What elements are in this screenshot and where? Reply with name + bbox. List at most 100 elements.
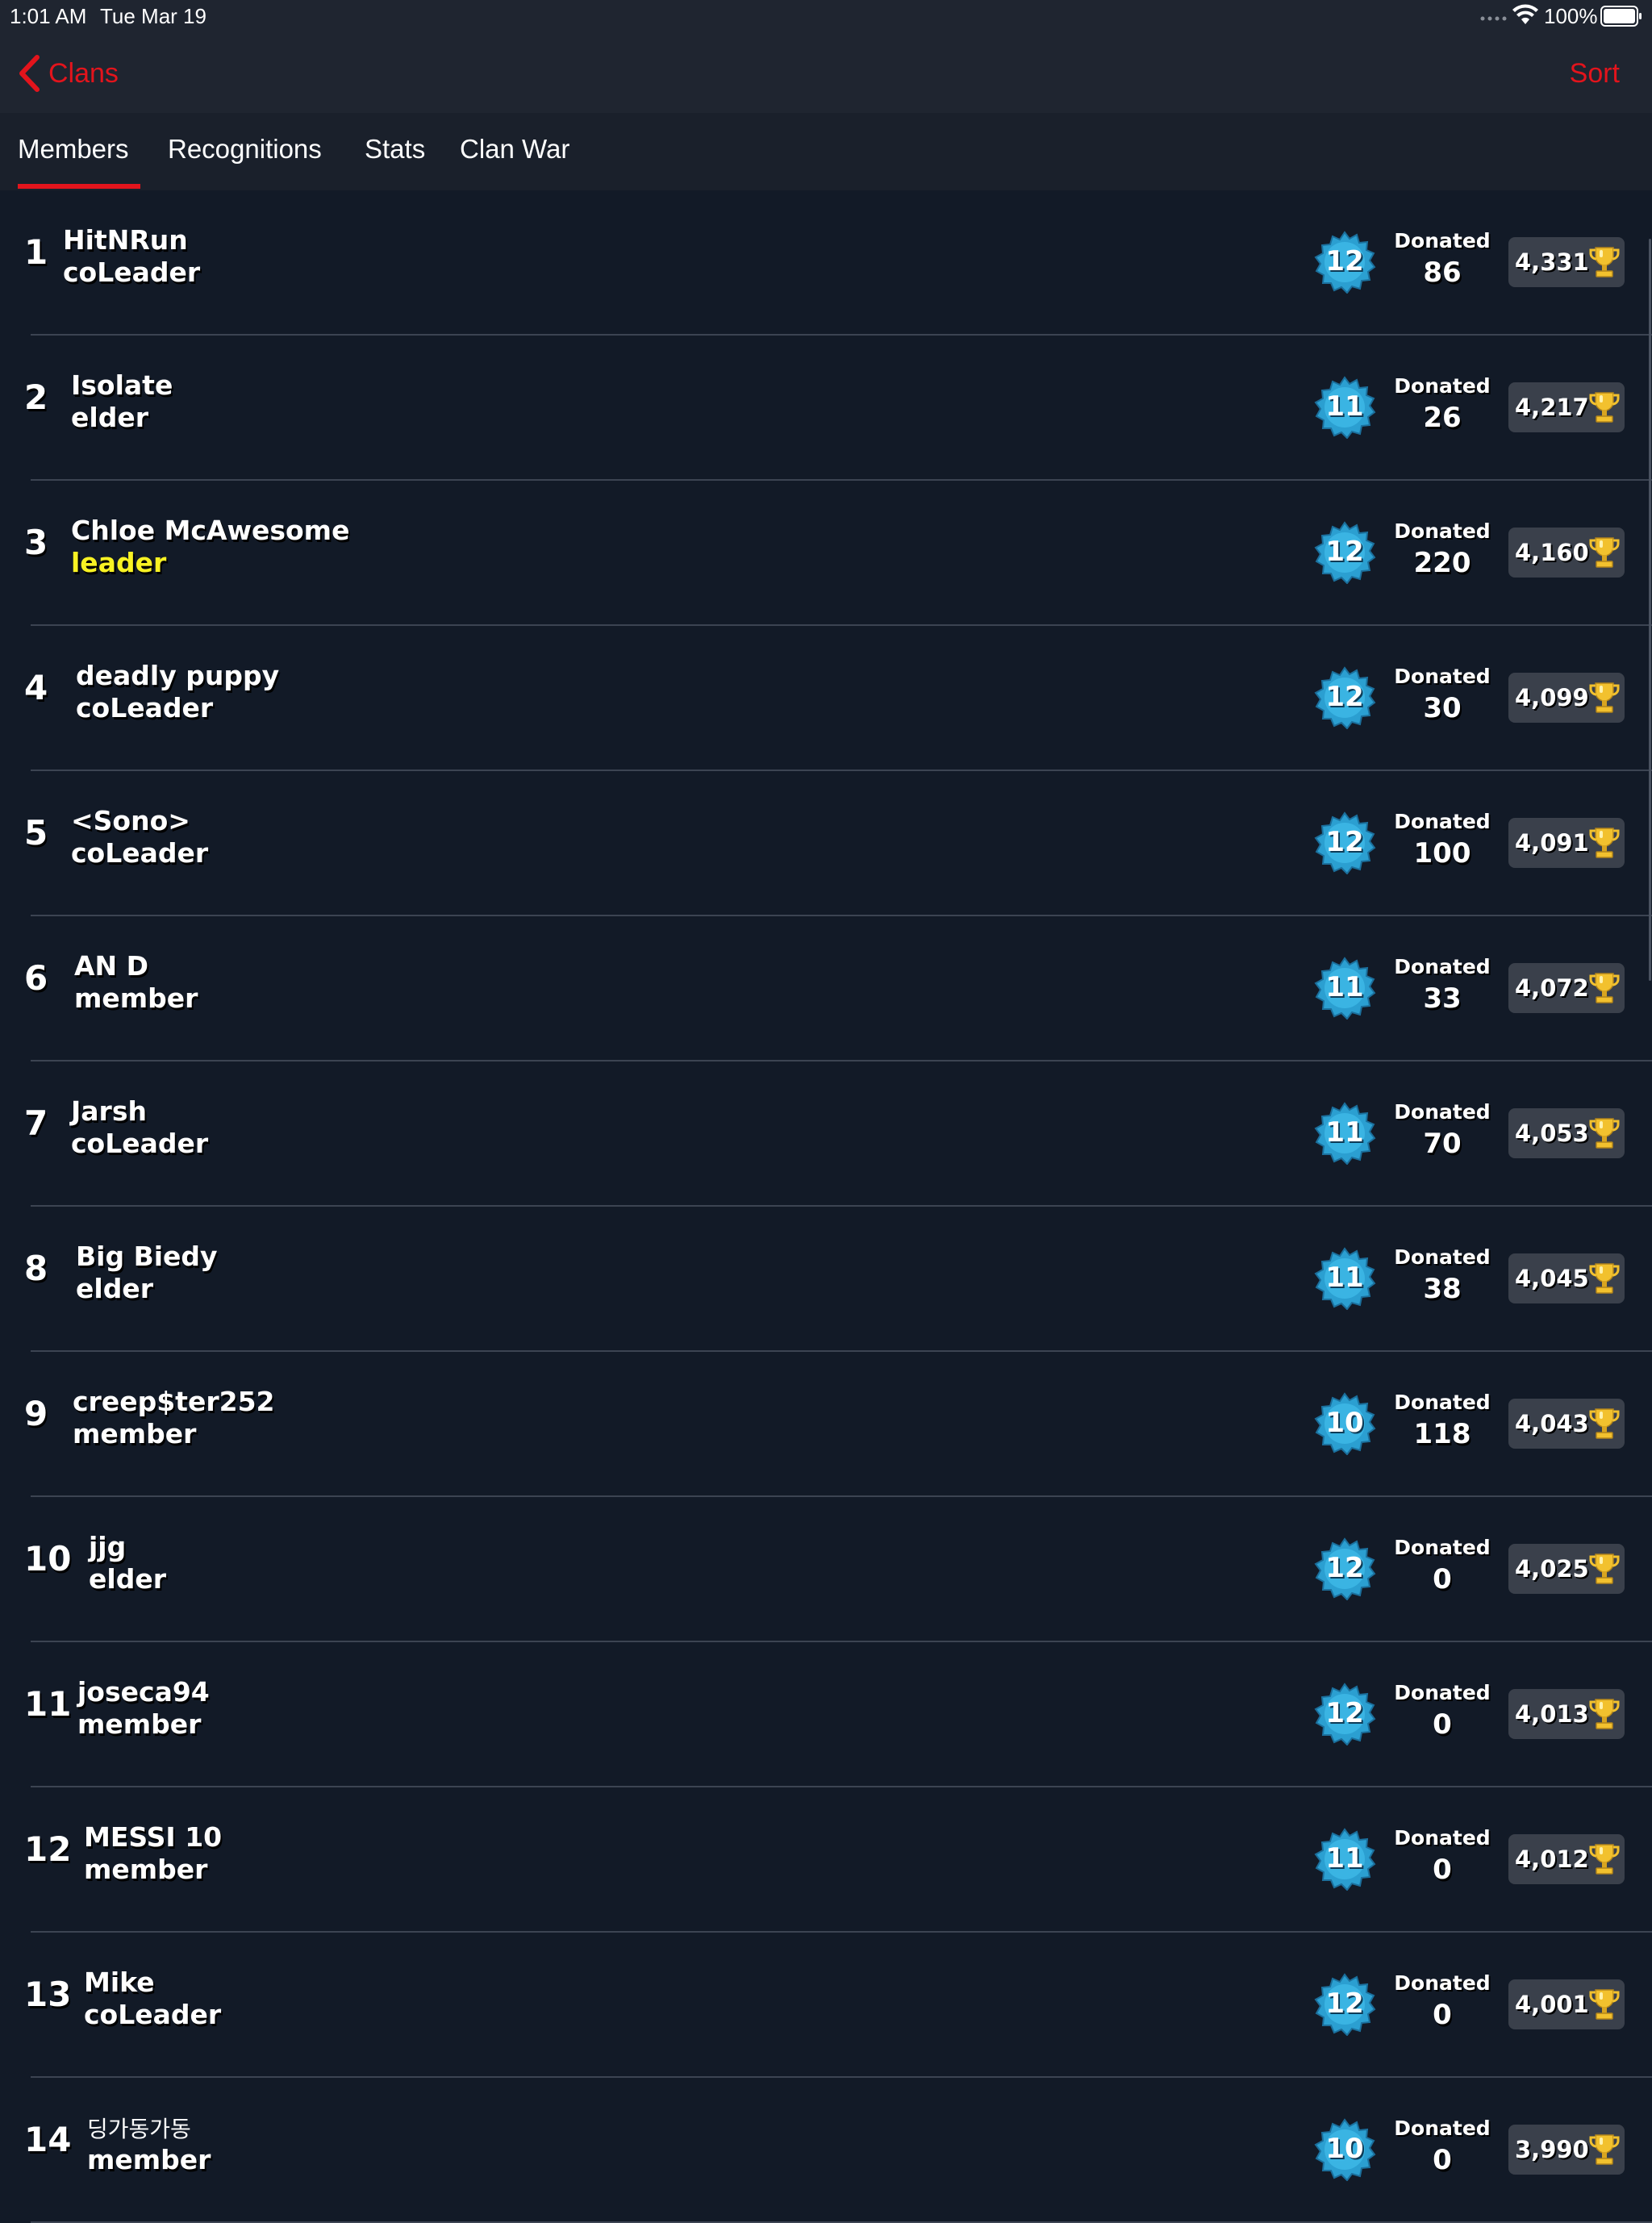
member-role: elder: [89, 1563, 166, 1595]
status-bar: 1:01 AM Tue Mar 19 100%: [0, 0, 1652, 32]
donated-label: Donated: [1394, 810, 1491, 833]
level-number: 12: [1325, 245, 1364, 277]
level-number: 11: [1325, 971, 1364, 1003]
donated-label: Donated: [1394, 1681, 1491, 1704]
member-role: coLeader: [84, 1999, 222, 2030]
trophy-count: 4,217: [1515, 394, 1589, 421]
trophy-count-box: 4,001: [1508, 1979, 1625, 2029]
member-role: member: [87, 2144, 211, 2175]
member-row[interactable]: 1 HitNRun coLeader 12 Donated 86 4,331: [0, 190, 1652, 336]
level-badge: 10: [1313, 2118, 1376, 2181]
donated-label: Donated: [1394, 1245, 1491, 1269]
tab-members[interactable]: Members: [18, 134, 140, 189]
member-name: 딩가동가동: [87, 2116, 191, 2142]
trophy-count: 4,012: [1515, 1846, 1589, 1873]
member-name: Isolate: [71, 369, 173, 401]
level-number: 11: [1325, 1116, 1364, 1149]
donated-label: Donated: [1394, 665, 1491, 688]
trophy-icon: [1589, 828, 1620, 858]
status-date: Tue Mar 19: [100, 4, 206, 28]
member-name: HitNRun: [63, 224, 188, 256]
battery-icon: [1600, 6, 1642, 27]
level-number: 11: [1325, 1262, 1364, 1294]
donated-label: Donated: [1394, 1826, 1491, 1850]
member-rank: 13: [24, 1975, 72, 2014]
donated-value: 0: [1433, 2144, 1452, 2176]
member-name: <Sono>: [71, 805, 190, 836]
member-name: Jarsh: [71, 1095, 147, 1127]
navigation-bar: Clans Sort: [0, 32, 1652, 113]
member-rank: 8: [24, 1249, 48, 1288]
member-rank: 3: [24, 523, 48, 562]
donated-label: Donated: [1394, 374, 1491, 398]
wifi-icon: [1512, 4, 1538, 24]
member-role: coLeader: [71, 837, 209, 869]
level-badge: 12: [1313, 231, 1376, 294]
back-button[interactable]: Clans: [18, 53, 119, 94]
member-rank: 7: [24, 1103, 48, 1143]
trophy-icon: [1589, 1699, 1620, 1729]
member-rank: 10: [24, 1539, 72, 1579]
donated-value: 0: [1433, 1563, 1452, 1595]
back-button-label: Clans: [48, 57, 119, 89]
member-name: Big Biedy: [76, 1241, 218, 1272]
member-row[interactable]: 12 MESSI 10 member 11 Donated 0 4,012: [0, 1787, 1652, 1933]
member-role: member: [74, 982, 198, 1014]
level-badge: 11: [1313, 1247, 1376, 1310]
trophy-count-box: 4,043: [1508, 1399, 1625, 1449]
scroll-indicator[interactable]: [1649, 239, 1651, 981]
member-row[interactable]: 3 Chloe McAwesome leader 12 Donated 220 …: [0, 481, 1652, 626]
trophy-icon: [1589, 247, 1620, 277]
member-list[interactable]: 1 HitNRun coLeader 12 Donated 86 4,331 2…: [0, 190, 1652, 2223]
trophy-count: 4,013: [1515, 1700, 1589, 1728]
member-row[interactable]: 10 jjg elder 12 Donated 0 4,025: [0, 1497, 1652, 1642]
member-row[interactable]: 14 딩가동가동 member 10 Donated 0 3,990: [0, 2078, 1652, 2223]
member-row[interactable]: 6 AN D member 11 Donated 33 4,072: [0, 916, 1652, 1061]
member-row[interactable]: 5 <Sono> coLeader 12 Donated 100 4,091: [0, 771, 1652, 916]
member-rank: 9: [24, 1394, 48, 1433]
trophy-count: 3,990: [1515, 2136, 1589, 2163]
level-badge: 12: [1313, 1683, 1376, 1745]
member-row[interactable]: 7 Jarsh coLeader 11 Donated 70 4,053: [0, 1061, 1652, 1207]
member-role: elder: [71, 402, 148, 433]
trophy-count-box: 4,012: [1508, 1834, 1625, 1884]
member-role: coLeader: [76, 692, 214, 724]
trophy-count-box: 4,025: [1508, 1544, 1625, 1594]
member-rank: 14: [24, 2120, 72, 2159]
donated-label: Donated: [1394, 519, 1491, 543]
donated-value: 33: [1423, 982, 1462, 1015]
member-row[interactable]: 2 Isolate elder 11 Donated 26 4,217: [0, 336, 1652, 481]
tab-recognitions[interactable]: Recognitions: [168, 134, 322, 165]
tab-clan-war[interactable]: Clan War: [460, 134, 569, 165]
trophy-count-box: 3,990: [1508, 2125, 1625, 2175]
tab-stats[interactable]: Stats: [365, 134, 425, 165]
trophy-icon: [1589, 1408, 1620, 1439]
level-number: 12: [1325, 1697, 1364, 1729]
member-name: Mike: [84, 1966, 155, 1998]
donated-value: 38: [1423, 1273, 1462, 1305]
trophy-icon: [1589, 1118, 1620, 1149]
battery-percent: 100%: [1544, 4, 1598, 28]
member-row[interactable]: 4 deadly puppy coLeader 12 Donated 30 4,…: [0, 626, 1652, 771]
member-row[interactable]: 8 Big Biedy elder 11 Donated 38 4,045: [0, 1207, 1652, 1352]
signal-icon: [1480, 16, 1507, 21]
donated-value: 0: [1433, 1854, 1452, 1886]
trophy-count-box: 4,013: [1508, 1689, 1625, 1739]
member-rank: 12: [24, 1829, 72, 1869]
level-number: 10: [1325, 1407, 1364, 1439]
trophy-count: 4,160: [1515, 539, 1589, 566]
level-number: 11: [1325, 390, 1364, 423]
level-badge: 11: [1313, 1102, 1376, 1165]
member-row[interactable]: 11 joseca94 member 12 Donated 0 4,013: [0, 1642, 1652, 1787]
member-name: creep$ter252: [73, 1386, 275, 1417]
sort-button[interactable]: Sort: [1570, 58, 1620, 90]
tab-bar: Members Recognitions Stats Clan War: [0, 113, 1652, 190]
trophy-icon: [1589, 537, 1620, 568]
donated-value: 26: [1423, 402, 1462, 434]
level-badge: 12: [1313, 1537, 1376, 1600]
member-row[interactable]: 9 creep$ter252 member 10 Donated 118 4,0…: [0, 1352, 1652, 1497]
level-number: 10: [1325, 2133, 1364, 2165]
member-row[interactable]: 13 Mike coLeader 12 Donated 0 4,001: [0, 1933, 1652, 2078]
member-name: joseca94: [77, 1676, 210, 1708]
member-role: leader: [71, 547, 167, 578]
